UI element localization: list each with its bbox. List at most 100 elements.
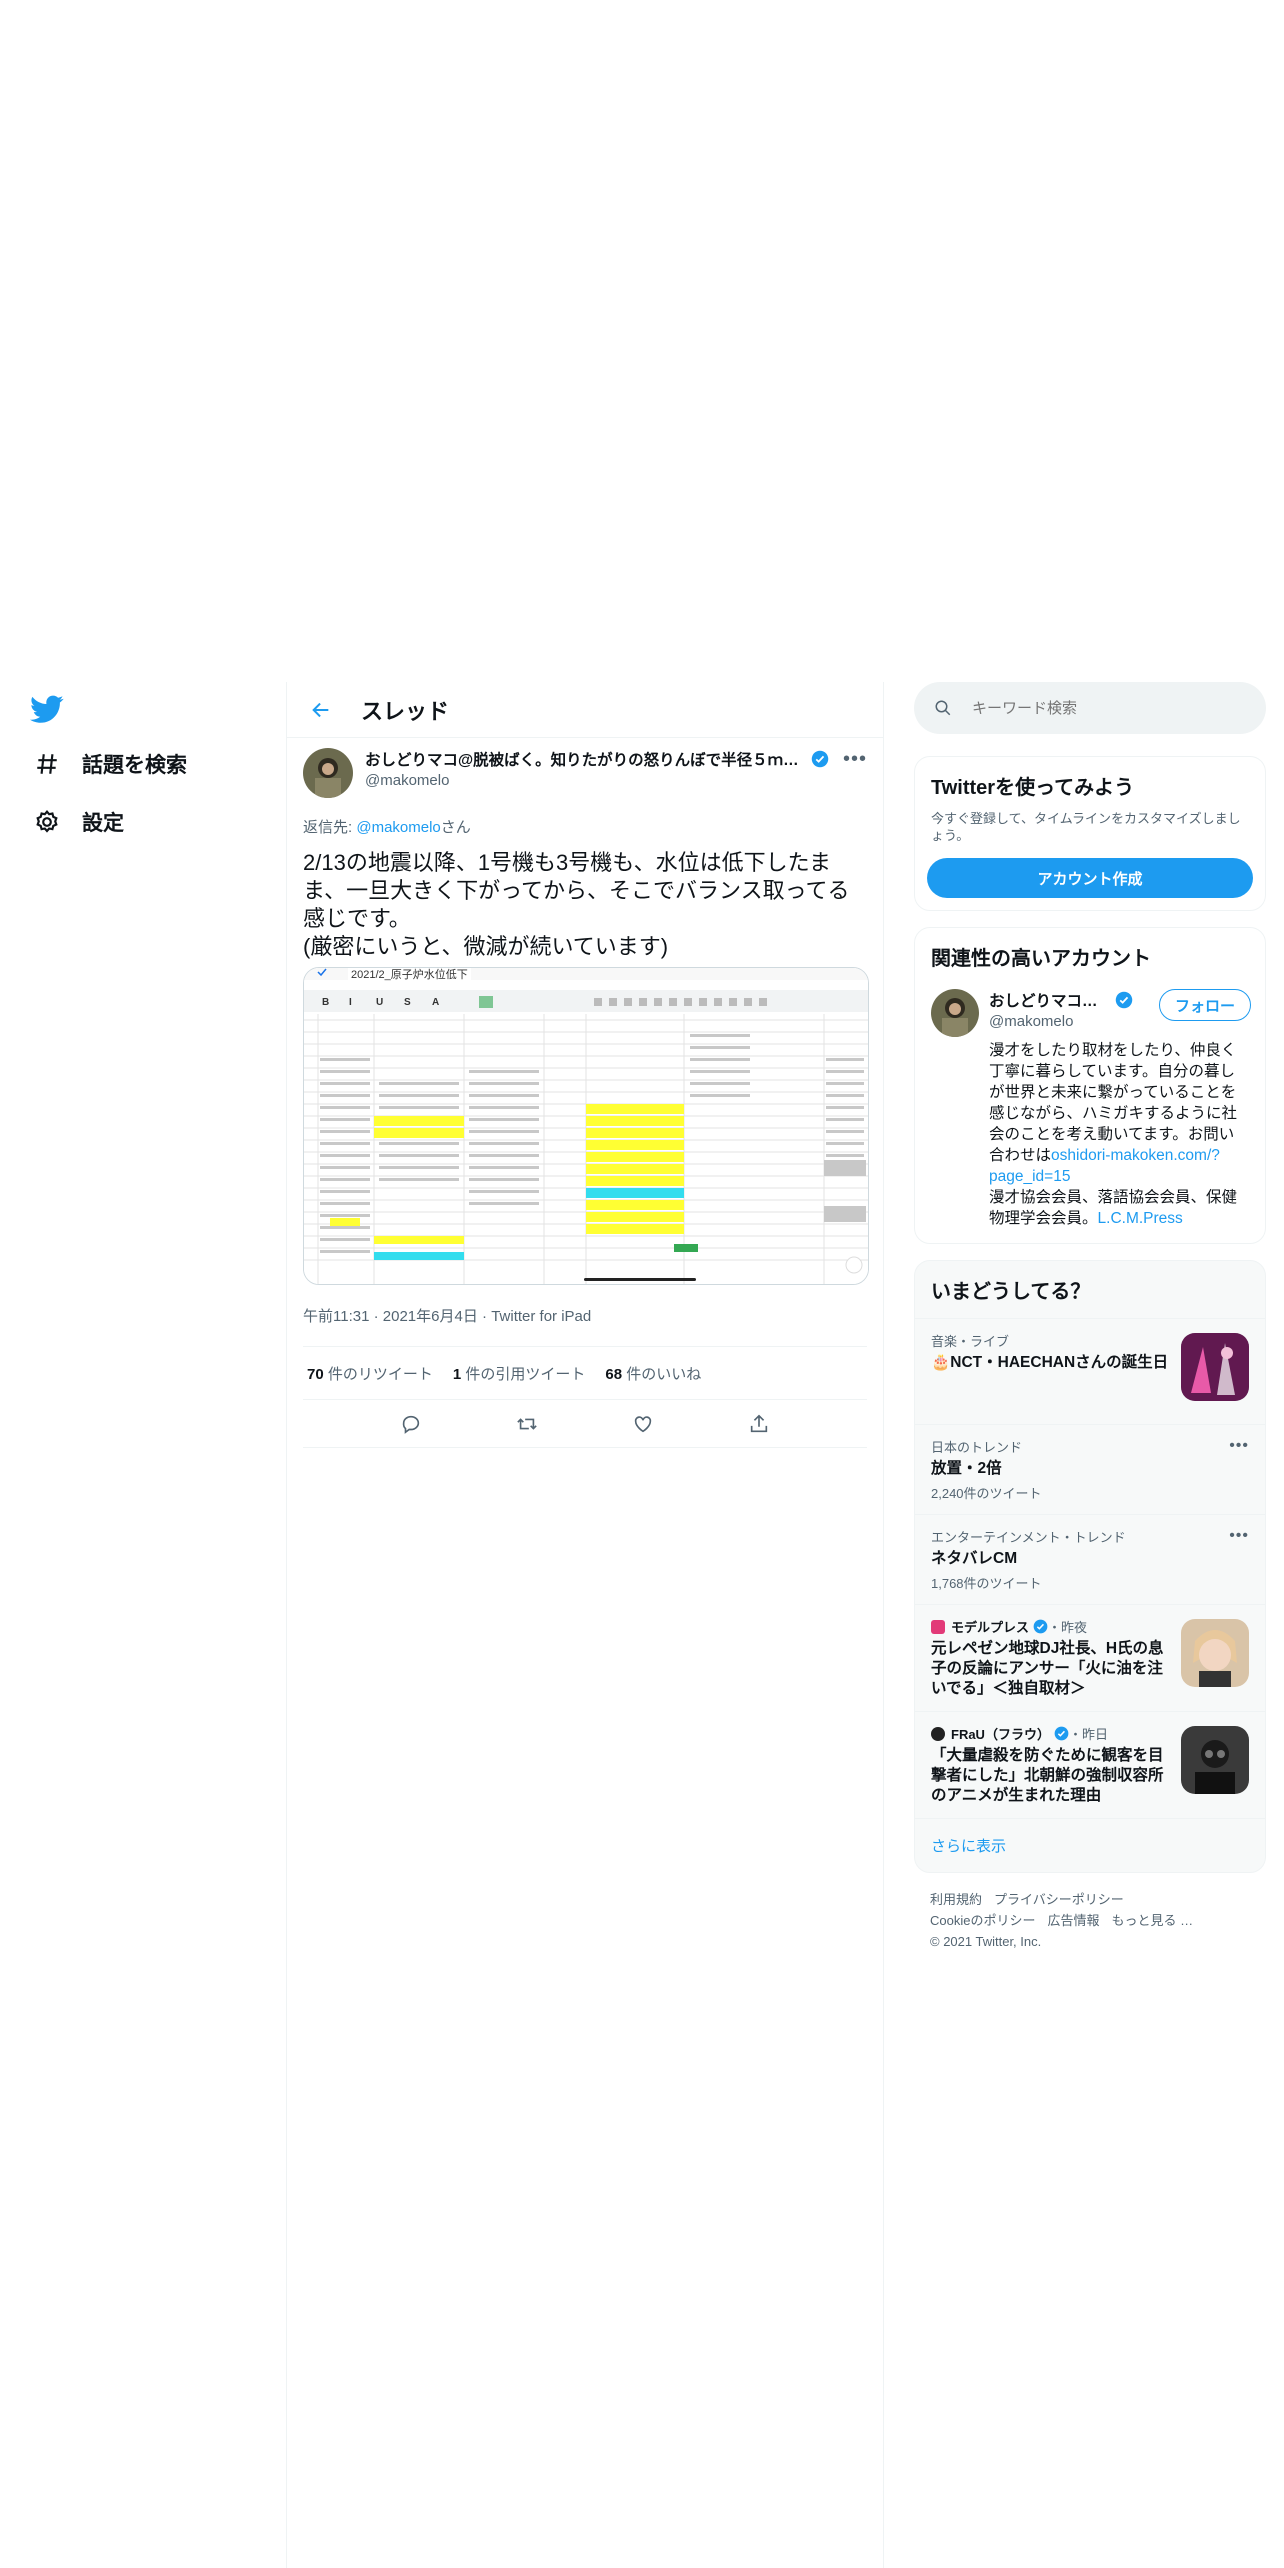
reply-prefix: 返信先: bbox=[303, 819, 357, 836]
arrow-left-icon bbox=[312, 702, 329, 717]
create-account-button[interactable]: アカウント作成 bbox=[927, 858, 1253, 898]
verified-badge-icon bbox=[1033, 1619, 1048, 1634]
bio-text: 漫才をしたり取材をしたり、仲良く丁寧に暮らしています。自分の暮しが世界と未来に繋… bbox=[989, 1042, 1238, 1164]
svg-text:S: S bbox=[404, 997, 411, 1008]
modelpress-logo-icon bbox=[931, 1619, 945, 1634]
related-account-name[interactable]: おしどりマコ@... bbox=[989, 989, 1109, 1011]
copyright: © 2021 Twitter, Inc. bbox=[930, 1934, 1042, 1949]
verified-badge-icon bbox=[811, 750, 829, 768]
tweet-media-image[interactable]: BIUSA 2021/2_原子炉水位低下 bbox=[303, 967, 869, 1285]
news-item[interactable]: FRaU（フラウ） ・昨日 「大量虐殺を防ぐために観客を目撃者にした」北朝鮮の強… bbox=[915, 1711, 1265, 1818]
quotes-label: 件の引用ツイート bbox=[465, 1365, 586, 1383]
page-title: スレッド bbox=[361, 698, 450, 724]
avatar[interactable] bbox=[303, 748, 353, 798]
footer-link[interactable]: プライバシーポリシー bbox=[994, 1892, 1124, 1907]
hashtag-icon bbox=[32, 749, 62, 779]
svg-text:I: I bbox=[349, 997, 352, 1008]
twitter-logo-icon[interactable] bbox=[30, 692, 64, 726]
search-input[interactable] bbox=[972, 699, 1232, 717]
author-name[interactable]: おしどりマコ@脱被ばく。知りたがりの怒りんぼで半径５ｍを… bbox=[365, 748, 805, 770]
spreadsheet-screenshot: BIUSA bbox=[304, 968, 868, 1284]
trend-item[interactable]: 日本のトレンド 放置・2倍 2,240件のツイート ••• bbox=[915, 1424, 1265, 1514]
show-more-link[interactable]: さらに表示 bbox=[915, 1818, 1265, 1872]
svg-text:B: B bbox=[322, 997, 329, 1008]
reply-handle-link[interactable]: @makomelo bbox=[356, 819, 440, 836]
tweet-time[interactable]: 午前11:31 bbox=[303, 1308, 369, 1325]
retweet-button[interactable] bbox=[510, 1407, 544, 1441]
footer-link[interactable]: もっと見る … bbox=[1111, 1913, 1193, 1928]
signup-subtitle: 今すぐ登録して、タイムラインをカスタマイズしましょう。 bbox=[931, 811, 1241, 843]
quotes-count: 1 bbox=[452, 1365, 462, 1383]
frau-logo-icon bbox=[931, 1726, 945, 1741]
trend-item[interactable]: 音楽・ライブ 🎂NCT・HAECHANさんの誕生日 bbox=[915, 1318, 1265, 1424]
follow-button[interactable]: フォロー bbox=[1158, 989, 1251, 1021]
footer-link[interactable]: Cookieのポリシー bbox=[930, 1913, 1035, 1928]
like-button[interactable] bbox=[626, 1407, 660, 1441]
trend-count: 1,768件のツイート bbox=[931, 1576, 1042, 1591]
trend-title: 放置・2倍 bbox=[931, 1460, 1002, 1477]
tweet-text: 2/13の地震以降、1号機も3号機も、水位は低下したまま、一旦大きく下がってから… bbox=[303, 850, 850, 959]
news-title: 「大量虐殺を防ぐために観客を目撃者にした」北朝鮮の強制収容所のアニメが生まれた理… bbox=[931, 1747, 1164, 1804]
news-title: 元レペゼン地球DJ社長、H氏の息子の反論にアンサー「火に油を注いでる」＜独自取材… bbox=[931, 1640, 1164, 1697]
tweet-client: Twitter for iPad bbox=[491, 1308, 592, 1325]
news-time: ・昨日 bbox=[1068, 1727, 1108, 1742]
heart-icon bbox=[634, 1415, 652, 1432]
news-source: FRaU（フラウ） bbox=[951, 1727, 1050, 1742]
svg-text:A: A bbox=[432, 997, 439, 1008]
search-bar[interactable] bbox=[914, 682, 1266, 734]
share-icon bbox=[750, 1414, 768, 1432]
news-source: モデルプレス bbox=[951, 1620, 1030, 1635]
related-accounts-card: 関連性の高いアカウント おしどりマコ@... @makomelo 漫才をしたり取… bbox=[914, 927, 1266, 1244]
nav-settings[interactable]: 設定 bbox=[32, 802, 124, 842]
gear-icon bbox=[32, 807, 62, 837]
media-caption: 2021/2_原子炉水位低下 bbox=[348, 968, 471, 982]
nav-explore-label: 話題を検索 bbox=[82, 754, 187, 777]
reply-suffix: さん bbox=[440, 819, 471, 836]
nav-explore[interactable]: 話題を検索 bbox=[32, 744, 187, 784]
footer: 利用規約 プライバシーポリシー Cookieのポリシー 広告情報 もっと見る … © … bbox=[914, 1889, 1266, 1952]
more-options-icon[interactable]: ••• bbox=[1229, 1527, 1249, 1545]
retweet-icon bbox=[517, 1417, 537, 1430]
avatar[interactable] bbox=[931, 989, 979, 1037]
related-account-bio: 漫才をしたり取材をしたり、仲良く丁寧に暮らしています。自分の暮しが世界と未来に繋… bbox=[989, 1040, 1249, 1229]
retweets-label: 件のリツイート bbox=[327, 1365, 433, 1383]
reply-to: 返信先: @makomeloさん bbox=[303, 816, 867, 837]
news-thumbnail bbox=[1181, 1726, 1249, 1794]
author-handle[interactable]: @makomelo bbox=[365, 772, 835, 789]
tweet-meta: 午前11:31 · 2021年6月4日 · Twitter for iPad bbox=[303, 1308, 592, 1325]
retweets-stat[interactable]: 70 件のリツイート bbox=[307, 1363, 433, 1384]
tweet-date[interactable]: 2021年6月4日 bbox=[383, 1308, 478, 1325]
sidebar-right: Twitterを使ってみよう 今すぐ登録して、タイムラインをカスタマイズしましょ… bbox=[914, 682, 1266, 1952]
svg-text:U: U bbox=[376, 997, 383, 1008]
news-item[interactable]: モデルプレス ・昨夜 元レペゼン地球DJ社長、H氏の息子の反論にアンサー「火に油… bbox=[915, 1604, 1265, 1711]
more-options-icon[interactable]: ••• bbox=[843, 748, 867, 771]
signup-card: Twitterを使ってみよう 今すぐ登録して、タイムラインをカスタマイズしましょ… bbox=[914, 756, 1266, 911]
tweet: おしどりマコ@脱被ばく。知りたがりの怒りんぼで半径５ｍを… @makomelo … bbox=[287, 738, 883, 1326]
footer-link[interactable]: 広告情報 bbox=[1047, 1913, 1099, 1928]
trend-thumbnail bbox=[1181, 1333, 1249, 1401]
more-options-icon[interactable]: ••• bbox=[1229, 1437, 1249, 1455]
trend-category: エンターテインメント・トレンド bbox=[931, 1530, 1126, 1545]
quotes-stat[interactable]: 1 件の引用ツイート bbox=[453, 1363, 586, 1384]
trend-item[interactable]: エンターテインメント・トレンド ネタバレCM 1,768件のツイート ••• bbox=[915, 1514, 1265, 1604]
back-button[interactable] bbox=[303, 692, 339, 728]
tweet-stats: 70 件のリツイート 1 件の引用ツイート 68 件のいいね bbox=[303, 1346, 867, 1400]
tweet-actions bbox=[303, 1400, 867, 1448]
retweets-count: 70 bbox=[307, 1365, 324, 1383]
likes-label: 件のいいね bbox=[626, 1365, 702, 1383]
reply-button[interactable] bbox=[394, 1407, 428, 1441]
related-account[interactable]: おしどりマコ@... @makomelo 漫才をしたり取材をしたり、仲良く丁寧に… bbox=[915, 975, 1265, 1243]
search-icon bbox=[935, 700, 951, 716]
share-button[interactable] bbox=[742, 1407, 776, 1441]
signup-title: Twitterを使ってみよう bbox=[931, 777, 1135, 799]
bio-link-2[interactable]: L.C.M.Press bbox=[1098, 1210, 1183, 1227]
footer-link[interactable]: 利用規約 bbox=[930, 1892, 982, 1907]
trends-title: いまどうしてる？ bbox=[931, 1281, 1091, 1303]
column-divider bbox=[883, 682, 884, 2568]
trend-count: 2,240件のツイート bbox=[931, 1486, 1042, 1501]
trend-category: 日本のトレンド bbox=[931, 1440, 1023, 1455]
news-time: ・昨夜 bbox=[1048, 1620, 1088, 1635]
likes-stat[interactable]: 68 件のいいね bbox=[605, 1363, 701, 1384]
main-column: スレッド おしどりマコ@脱被ばく。知りたがりの怒りんぼで半径５ｍを… @mako… bbox=[287, 682, 883, 1448]
verified-badge-icon bbox=[1054, 1726, 1069, 1741]
